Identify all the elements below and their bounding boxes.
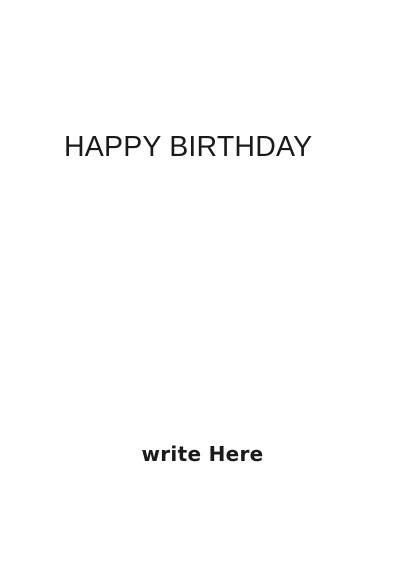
card-headline: HAPPY BIRTHDAY	[64, 131, 313, 163]
birthday-card: HAPPY BIRTHDAY write Here	[0, 0, 405, 568]
write-here-field[interactable]: write Here	[130, 438, 275, 470]
write-here-label: write Here	[141, 442, 264, 466]
